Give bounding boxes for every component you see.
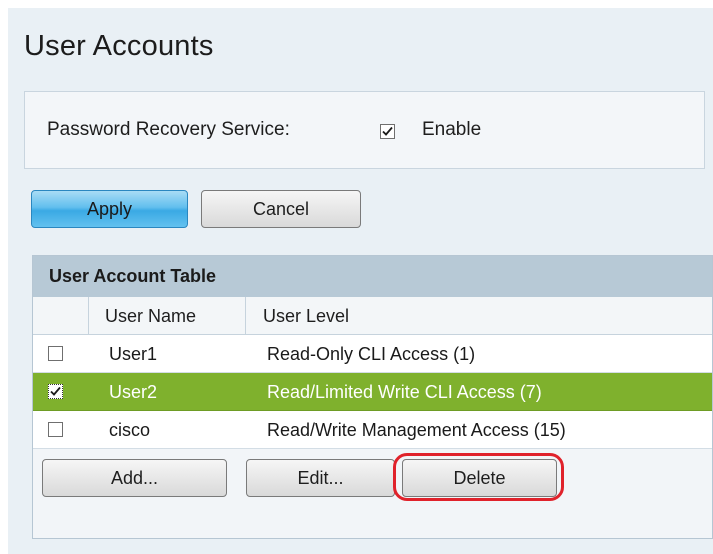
column-user-level: User Level (263, 306, 350, 326)
apply-button[interactable]: Apply (31, 190, 188, 228)
password-recovery-section: Password Recovery Service: Enable (24, 91, 705, 169)
table-title: User Account Table (33, 256, 712, 297)
column-divider (245, 297, 246, 334)
table-row[interactable]: User2 Read/Limited Write CLI Access (7) (33, 373, 712, 411)
cancel-button[interactable]: Cancel (201, 190, 361, 228)
password-recovery-checkbox[interactable] (380, 124, 395, 139)
column-user-name: User Name (105, 306, 197, 326)
checkmark-icon (382, 126, 393, 136)
column-divider (88, 297, 89, 334)
table-row[interactable]: cisco Read/Write Management Access (15) (33, 411, 712, 449)
user-level-cell: Read-Only CLI Access (1) (267, 344, 476, 364)
add-button[interactable]: Add... (42, 459, 227, 497)
table-column-header: User Name User Level (33, 297, 712, 335)
row-checkbox[interactable] (48, 346, 63, 361)
checkmark-icon (50, 386, 61, 396)
page-title: User Accounts (24, 30, 214, 62)
row-checkbox[interactable] (48, 384, 63, 399)
user-level-cell: Read/Limited Write CLI Access (7) (267, 382, 542, 402)
edit-button[interactable]: Edit... (246, 459, 395, 497)
user-name-cell: cisco (109, 420, 151, 440)
table-row[interactable]: User1 Read-Only CLI Access (1) (33, 335, 712, 373)
password-recovery-label: Password Recovery Service: (47, 119, 290, 140)
enable-label: Enable (422, 119, 482, 140)
user-account-table: User Account Table User Name User Level … (32, 255, 713, 539)
user-level-cell: Read/Write Management Access (15) (267, 420, 566, 440)
row-checkbox[interactable] (48, 422, 63, 437)
content-panel: User Accounts Password Recovery Service:… (8, 8, 713, 554)
user-name-cell: User2 (109, 382, 158, 402)
delete-button[interactable]: Delete (402, 459, 557, 497)
user-name-cell: User1 (109, 344, 158, 364)
